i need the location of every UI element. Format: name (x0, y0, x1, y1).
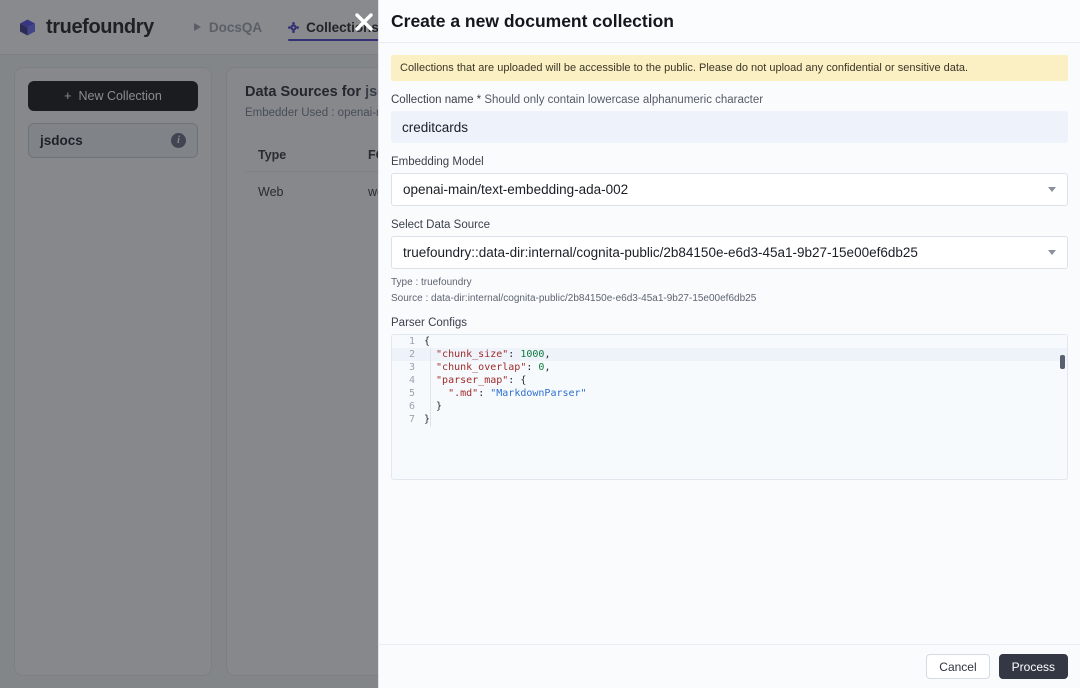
process-button[interactable]: Process (998, 654, 1068, 679)
parser-configs-label: Parser Configs (391, 317, 468, 329)
code-text: } (424, 401, 443, 412)
code-line: 6 } (392, 400, 1067, 413)
code-line: 4 "parser_map": { (392, 374, 1067, 387)
modal-body: Collections that are uploaded will be ac… (379, 43, 1080, 644)
warning-banner: Collections that are uploaded will be ac… (391, 55, 1068, 81)
screen: truefoundry DocsQA (0, 0, 1080, 688)
line-number: 7 (408, 414, 415, 425)
code-line: 5 ".md": "MarkdownParser" (392, 387, 1067, 400)
line-number: 2 (408, 349, 415, 360)
editor-indent-guide (430, 349, 431, 427)
create-collection-modal: Create a new document collection Collect… (378, 0, 1080, 688)
close-icon[interactable] (350, 8, 377, 35)
modal-footer: Cancel Process (379, 644, 1080, 688)
code-text: { (424, 336, 431, 347)
code-line: 7} (392, 413, 1067, 426)
data-source-source: Source : data-dir:internal/cognita-publi… (391, 293, 757, 304)
data-source-label: Select Data Source (391, 219, 491, 231)
cancel-button[interactable]: Cancel (926, 654, 990, 679)
data-source-select[interactable]: truefoundry::data-dir:internal/cognita-p… (391, 236, 1068, 269)
line-number: 5 (408, 388, 415, 399)
line-number: 4 (408, 375, 415, 386)
code-text: "chunk_size": 1000, (424, 349, 551, 360)
embedding-model-label: Embedding Model (391, 156, 484, 168)
code-line: 2 "chunk_size": 1000, (392, 348, 1067, 361)
required-mark: * (476, 94, 482, 106)
collection-name-label: Collection name * Should only contain lo… (391, 94, 1068, 106)
collection-name-input[interactable] (391, 111, 1068, 143)
modal-header: Create a new document collection (379, 0, 1080, 43)
code-text: "parser_map": { (424, 375, 527, 386)
code-line: 1{ (392, 335, 1067, 348)
line-number: 1 (408, 336, 415, 347)
line-number: 6 (408, 401, 415, 412)
code-line: 3 "chunk_overlap": 0, (392, 361, 1067, 374)
modal-title: Create a new document collection (391, 11, 674, 31)
chevron-down-icon (1048, 187, 1056, 192)
code-lines: 1{2 "chunk_size": 1000, 3 "chunk_overlap"… (392, 335, 1067, 426)
data-source-type: Type : truefoundry (391, 277, 472, 288)
embedding-model-value: openai-main/text-embedding-ada-002 (403, 182, 629, 197)
collection-name-hint: Should only contain lowercase alphanumer… (484, 94, 764, 106)
code-text: "chunk_overlap": 0, (424, 362, 551, 373)
line-number: 3 (408, 362, 415, 373)
code-text: ".md": "MarkdownParser" (424, 388, 587, 399)
collection-name-label-text: Collection name (391, 94, 474, 106)
data-source-value: truefoundry::data-dir:internal/cognita-p… (403, 245, 918, 260)
embedding-model-select[interactable]: openai-main/text-embedding-ada-002 (391, 173, 1068, 206)
chevron-down-icon (1048, 250, 1056, 255)
editor-scrollbar[interactable] (1060, 355, 1065, 369)
parser-configs-editor[interactable]: 1{2 "chunk_size": 1000, 3 "chunk_overlap"… (391, 334, 1068, 480)
